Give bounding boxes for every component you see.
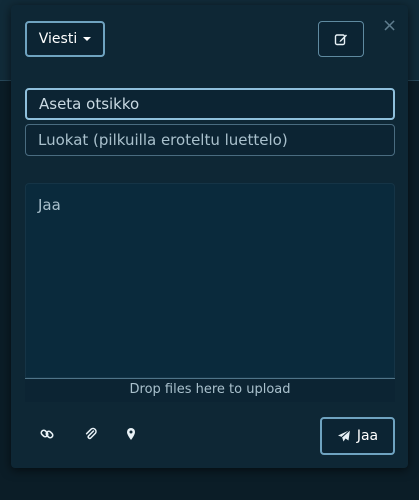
caret-down-icon [83,37,92,41]
file-dropzone[interactable]: Drop files here to upload [25,378,395,402]
body-textarea[interactable]: Jaa [25,183,395,378]
paperclip-icon[interactable] [83,426,99,442]
tags-placeholder: Luokat (pilkuilla eroteltu luettelo) [38,131,288,149]
post-type-dropdown[interactable]: Viesti [25,21,105,57]
edit-button[interactable] [318,21,364,57]
body-placeholder: Jaa [38,196,61,214]
post-type-label: Viesti [38,31,78,47]
paper-plane-icon [337,429,351,442]
share-button[interactable]: Jaa [320,417,395,455]
title-placeholder: Aseta otsikko [39,95,140,113]
close-icon[interactable]: × [382,17,397,35]
title-input[interactable]: Aseta otsikko [25,88,395,120]
edit-icon [334,34,347,46]
link-icon[interactable] [39,426,55,442]
dropzone-text: Drop files here to upload [129,382,291,397]
tags-input[interactable]: Luokat (pilkuilla eroteltu luettelo) [25,124,395,156]
post-composer-modal: Viesti × Aseta otsikko Luokat (pilkuilla… [11,5,408,468]
share-label: Jaa [356,428,379,444]
map-marker-icon[interactable] [123,426,139,442]
